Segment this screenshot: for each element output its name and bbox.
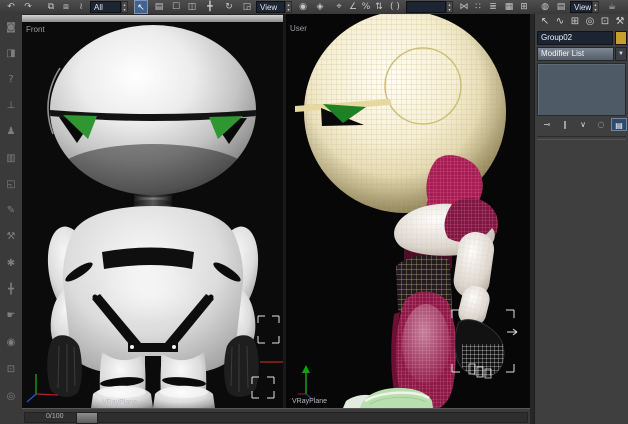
viewport-front[interactable]: Front VRayPlane	[22, 22, 283, 408]
front-viewport-canvas	[22, 22, 283, 408]
select-object-icon[interactable]: ↖	[134, 0, 148, 14]
tab-modify[interactable]: ∿	[553, 15, 567, 29]
layer-manager-icon[interactable]: ≣	[486, 0, 500, 14]
named-selection-sets-spinner[interactable]: ▴ ▾	[446, 1, 453, 13]
selection-filter-spinner[interactable]: ▴ ▾	[121, 1, 128, 13]
hammer-icon[interactable]: ⚒	[2, 229, 20, 245]
robot-torso	[62, 206, 244, 376]
move-tool-icon[interactable]: ╋	[2, 282, 20, 298]
render-view-dropdown[interactable]: View	[570, 1, 592, 13]
viewport-front-label[interactable]: Front	[26, 25, 45, 34]
rectangular-selection-region-icon[interactable]: ☐	[169, 0, 183, 14]
render-setup-icon[interactable]: ▤	[554, 0, 568, 14]
pen-icon[interactable]: ✎	[2, 203, 20, 219]
reference-coordinate-spinner[interactable]: ▴ ▾	[285, 1, 292, 13]
select-and-scale-icon[interactable]: ◲	[240, 0, 254, 14]
select-and-manipulate-icon[interactable]: ◈	[313, 0, 327, 14]
modifier-stack-list[interactable]	[537, 63, 626, 116]
bind-to-spacewarp-icon[interactable]: ≀	[74, 0, 88, 14]
tab-display[interactable]: ⊡	[598, 15, 612, 29]
unlink-selection-icon[interactable]: ⧈	[59, 0, 73, 14]
material-editor-icon[interactable]: ◍	[538, 0, 552, 14]
tab-utilities[interactable]: ⚒	[613, 15, 627, 29]
user-viewport-canvas	[286, 11, 530, 412]
select-and-link-icon[interactable]: ⧉	[44, 0, 58, 14]
redo-icon[interactable]: ↷	[21, 0, 35, 14]
hand-icon[interactable]: ☛	[2, 308, 20, 324]
named-selection-sets-dropdown[interactable]	[406, 1, 446, 13]
image-icon[interactable]: ▥	[2, 151, 20, 167]
object-name-field[interactable]: Group02	[537, 31, 613, 45]
command-panel: ↖ ∿ ⊞ ◎ ⊡ ⚒ Group02 Modifier List ▼ ⊸ ∥ …	[534, 14, 628, 424]
tab-create[interactable]: ↖	[538, 15, 552, 29]
help-icon[interactable]: ?	[2, 72, 20, 88]
viewport-user[interactable]: User VRayPlane	[286, 11, 530, 412]
3ds-max-window: ↶ ↷ ⧉ ⧈ ≀ All ▴ ▾ ↖ ▤ ☐ ◫ ╋ ↻ ◲ View ▴ ▾ ◉…	[0, 0, 628, 424]
viewport-top-strip	[22, 15, 283, 22]
modifier-list-arrow[interactable]: ▼	[615, 47, 627, 61]
keyboard-override-icon[interactable]: ( )	[386, 0, 404, 14]
time-slider-handle[interactable]	[76, 412, 98, 424]
time-slider-track[interactable]	[24, 412, 528, 423]
panel-groove	[537, 136, 626, 140]
angle-snap-icon[interactable]: ∠	[346, 0, 360, 14]
select-by-name-icon[interactable]: ▤	[152, 0, 166, 14]
reference-coordinate-dropdown[interactable]: View	[256, 1, 285, 13]
select-and-move-icon[interactable]: ╋	[203, 0, 217, 14]
modifier-list-dropdown[interactable]: Modifier List	[537, 47, 614, 61]
spinner-snap-icon[interactable]: ⇅	[372, 0, 386, 14]
mirror-icon[interactable]: ⋈	[457, 0, 471, 14]
window-crossing-icon[interactable]: ◫	[185, 0, 199, 14]
vrayplane-label-user: VRayPlane	[292, 398, 328, 405]
schematic-view-icon[interactable]: ⊞	[517, 0, 531, 14]
snap-toggle-icon[interactable]: ⌖	[332, 0, 346, 14]
pin-stack-button[interactable]: ⊸	[539, 118, 555, 131]
curve-editor-icon[interactable]: ▦	[502, 0, 516, 14]
main-toolbar: ↶ ↷ ⧉ ⧈ ≀ All ▴ ▾ ↖ ▤ ☐ ◫ ╋ ↻ ◲ View ▴ ▾ ◉…	[0, 0, 628, 15]
align-icon[interactable]: ∷	[471, 0, 485, 14]
show-end-result-button[interactable]: ∥	[557, 118, 573, 131]
lock-icon[interactable]: ◙	[2, 20, 20, 36]
vrayplane-label-front: VRayPlane	[102, 399, 138, 406]
make-unique-button[interactable]: ∨	[575, 118, 591, 131]
tab-motion[interactable]: ◎	[583, 15, 597, 29]
quick-render-icon[interactable]: ☕	[605, 0, 619, 14]
configure-modifier-sets-button[interactable]: ▤	[611, 118, 627, 131]
select-and-rotate-icon[interactable]: ↻	[222, 0, 236, 14]
sculpt-icon[interactable]: ♟	[2, 124, 20, 140]
render-view-spinner[interactable]: ▴ ▾	[592, 1, 599, 13]
selection-filter-dropdown[interactable]: All	[90, 1, 121, 13]
camera-icon[interactable]: ◉	[2, 335, 20, 351]
flower-icon[interactable]: ✱	[2, 256, 20, 272]
tab-hierarchy[interactable]: ⊞	[568, 15, 582, 29]
use-pivot-center-icon[interactable]: ◉	[296, 0, 310, 14]
object-wirecolor-swatch[interactable]	[615, 31, 627, 45]
monitor-icon[interactable]: ⊡	[2, 362, 20, 378]
level-icon[interactable]: ⊥	[2, 98, 20, 114]
percent-snap-icon[interactable]: %	[359, 0, 373, 14]
side-toolbar: ◙ ◨ ? ⊥ ♟ ▥ ◱ ✎ ⚒ ✱ ╋ ☛ ◉ ⊡ ◎	[0, 14, 23, 424]
sphere-icon[interactable]: ◎	[2, 389, 20, 405]
viewport-user-label[interactable]: User	[290, 24, 307, 33]
time-slider-frame-label: 0/100	[46, 413, 64, 420]
mirror-tool-icon[interactable]: ◨	[2, 46, 20, 62]
box-icon[interactable]: ◱	[2, 177, 20, 193]
remove-modifier-button[interactable]: ◌	[593, 118, 609, 131]
undo-icon[interactable]: ↶	[4, 0, 18, 14]
time-slider-bar: 0/100	[22, 408, 530, 424]
